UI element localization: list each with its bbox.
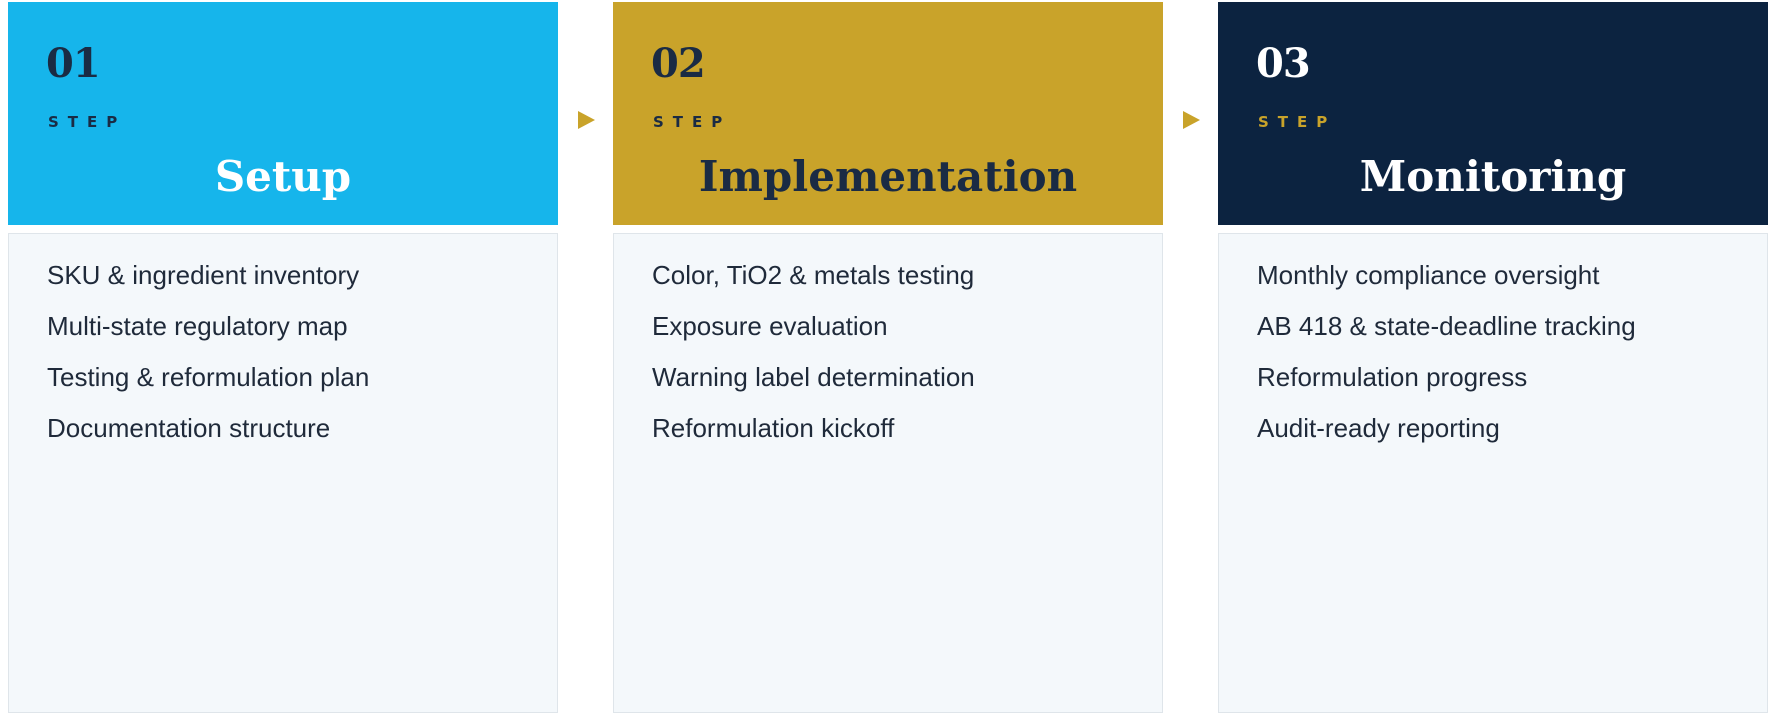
- step-header: 02 STEP Implementation: [613, 2, 1163, 225]
- step-body: Color, TiO2 & metals testing Exposure ev…: [613, 233, 1163, 713]
- step-item-list: Color, TiO2 & metals testing Exposure ev…: [652, 260, 975, 467]
- step-item: Documentation structure: [47, 413, 331, 443]
- step-item: Exposure evaluation: [652, 311, 888, 341]
- step-card-setup: 01 STEP Setup SKU & ingredient inventory…: [8, 2, 558, 713]
- step-item: AB 418 & state-deadline tracking: [1257, 311, 1636, 341]
- step-item-list: Monthly compliance oversight AB 418 & st…: [1257, 260, 1636, 467]
- arrow-right-icon: [578, 111, 595, 129]
- step-body: Monthly compliance oversight AB 418 & st…: [1218, 233, 1768, 713]
- step-number: 03: [1256, 40, 1311, 87]
- step-tag: STEP: [653, 113, 732, 131]
- step-item: Warning label determination: [652, 362, 975, 392]
- arrow-right-icon: [1183, 111, 1200, 129]
- step-item: Reformulation kickoff: [652, 413, 895, 443]
- step-item: Reformulation progress: [1257, 362, 1528, 392]
- step-header: 03 STEP Monitoring: [1218, 2, 1768, 225]
- step-item: Monthly compliance oversight: [1257, 260, 1600, 290]
- step-title: Monitoring: [1359, 152, 1627, 201]
- step-item: Color, TiO2 & metals testing: [652, 260, 975, 290]
- step-title: Implementation: [698, 152, 1078, 201]
- step-item: Multi-state regulatory map: [47, 311, 348, 341]
- step-tag: STEP: [48, 113, 127, 131]
- step-item: Audit-ready reporting: [1257, 413, 1500, 443]
- step-tag: STEP: [1258, 113, 1337, 131]
- step-item-list: SKU & ingredient inventory Multi-state r…: [47, 260, 370, 467]
- step-header: 01 STEP Setup: [8, 2, 558, 225]
- step-number: 01: [46, 40, 101, 87]
- step-body: SKU & ingredient inventory Multi-state r…: [8, 233, 558, 713]
- step-card-monitoring: 03 STEP Monitoring Monthly compliance ov…: [1218, 2, 1768, 713]
- step-number: 02: [651, 40, 706, 87]
- step-title: Setup: [214, 152, 352, 201]
- step-item: Testing & reformulation plan: [47, 362, 370, 392]
- step-item: SKU & ingredient inventory: [47, 260, 360, 290]
- step-card-implementation: 02 STEP Implementation Color, TiO2 & met…: [613, 2, 1163, 713]
